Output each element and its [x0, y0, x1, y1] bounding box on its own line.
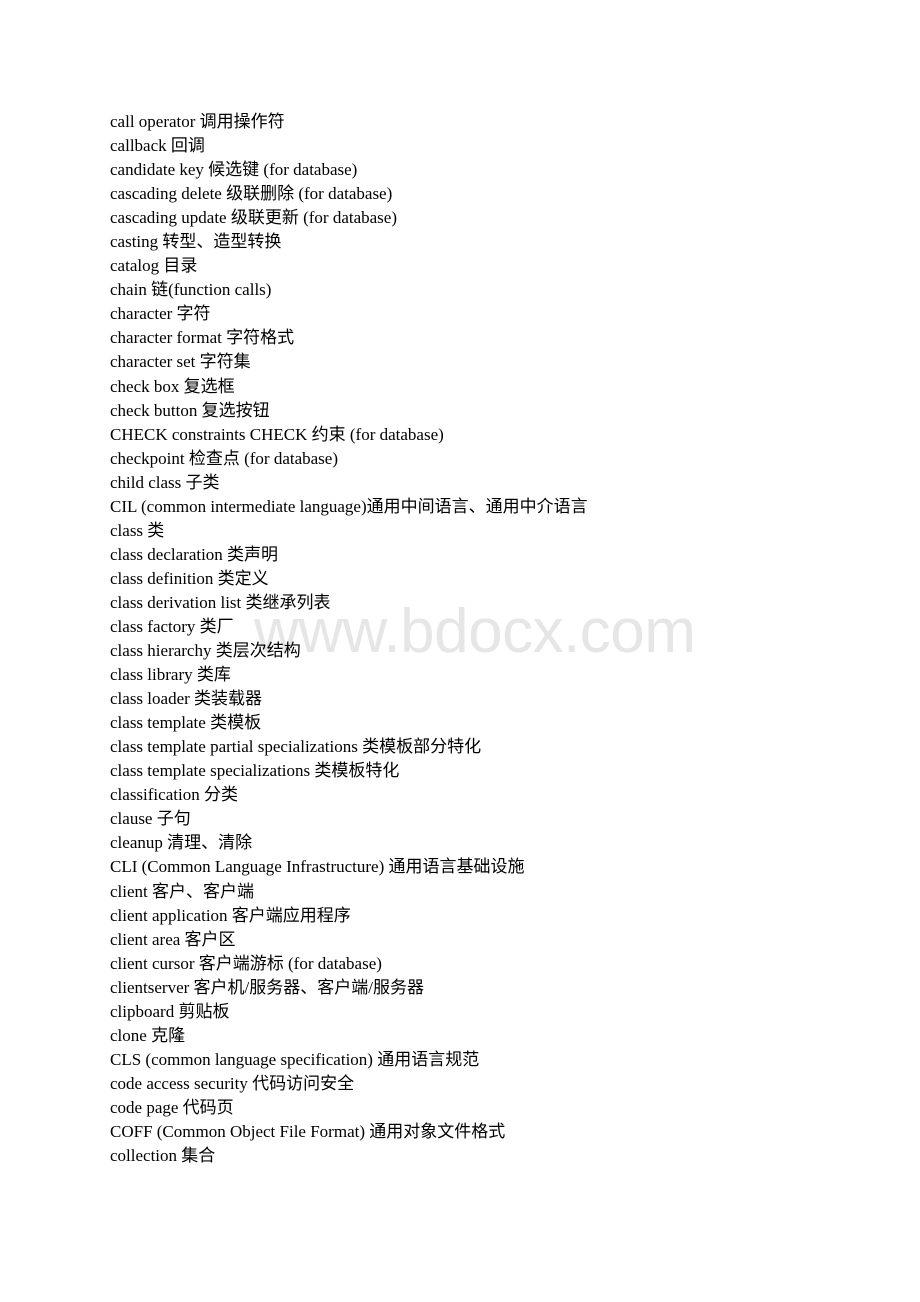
glossary-entry: class derivation list 类继承列表 — [110, 592, 331, 612]
glossary-entry: class declaration 类声明 — [110, 544, 279, 564]
glossary-entry: character 字符 — [110, 304, 211, 324]
glossary-entry: clipboard 剪贴板 — [110, 1001, 230, 1021]
glossary-entry: class loader 类装载器 — [110, 689, 263, 709]
document-page: www.bdocx.com call operator 调用操作符 callbac… — [0, 0, 920, 1302]
glossary-entry: casting 转型、造型转换 — [110, 232, 282, 252]
glossary-entry: CHECK constraints CHECK 约束 (for database… — [110, 424, 444, 444]
glossary-entry: COFF (Common Object File Format) 通用对象文件格… — [110, 1121, 506, 1141]
glossary-entry: class template 类模板 — [110, 713, 262, 733]
glossary-entry: check box 复选框 — [110, 376, 235, 396]
glossary-entry: client area 客户区 — [110, 929, 236, 949]
glossary-entry: checkpoint 检查点 (for database) — [110, 448, 338, 468]
glossary-list: call operator 调用操作符 callback 回调 candidate … — [110, 110, 588, 1168]
glossary-entry: class library 类库 — [110, 665, 231, 685]
glossary-entry: client application 客户端应用程序 — [110, 905, 351, 925]
glossary-entry: collection 集合 — [110, 1146, 216, 1166]
glossary-entry: child class 子类 — [110, 472, 220, 492]
glossary-entry: class definition 类定义 — [110, 568, 269, 588]
glossary-entry: code page 代码页 — [110, 1097, 234, 1117]
glossary-entry: chain 链(function calls) — [110, 280, 272, 300]
glossary-entry: class template specializations 类模板特化 — [110, 761, 400, 781]
glossary-entry: character set 字符集 — [110, 352, 251, 372]
glossary-entry: class 类 — [110, 520, 165, 540]
glossary-entry: CIL (common intermediate language)通用中间语言… — [110, 496, 588, 516]
glossary-entry: classification 分类 — [110, 785, 238, 805]
glossary-entry: callback 回调 — [110, 136, 205, 156]
glossary-entry: client cursor 客户端游标 (for database) — [110, 953, 382, 973]
glossary-entry: code access security 代码访问安全 — [110, 1073, 355, 1093]
glossary-entry: CLS (common language specification) 通用语言… — [110, 1049, 480, 1069]
glossary-entry: clientserver 客户机/服务器、客户端/服务器 — [110, 977, 424, 997]
glossary-entry: clause 子句 — [110, 809, 191, 829]
glossary-entry: cleanup 清理、清除 — [110, 833, 253, 853]
glossary-entry: clone 克隆 — [110, 1025, 186, 1045]
glossary-entry: call operator 调用操作符 — [110, 112, 285, 131]
glossary-entry: CLI (Common Language Infrastructure) 通用语… — [110, 857, 525, 877]
glossary-entry: cascading update 级联更新 (for database) — [110, 208, 397, 228]
glossary-entry: client 客户、客户端 — [110, 881, 255, 901]
glossary-entry: class template partial specializations 类… — [110, 737, 482, 757]
glossary-entry: check button 复选按钮 — [110, 400, 270, 420]
glossary-entry: catalog 目录 — [110, 256, 198, 276]
glossary-entry: cascading delete 级联删除 (for database) — [110, 184, 393, 204]
glossary-entry: class hierarchy 类层次结构 — [110, 641, 301, 661]
glossary-entry: character format 字符格式 — [110, 328, 295, 348]
glossary-entry: candidate key 候选键 (for database) — [110, 160, 358, 180]
glossary-entry: class factory 类厂 — [110, 616, 234, 636]
